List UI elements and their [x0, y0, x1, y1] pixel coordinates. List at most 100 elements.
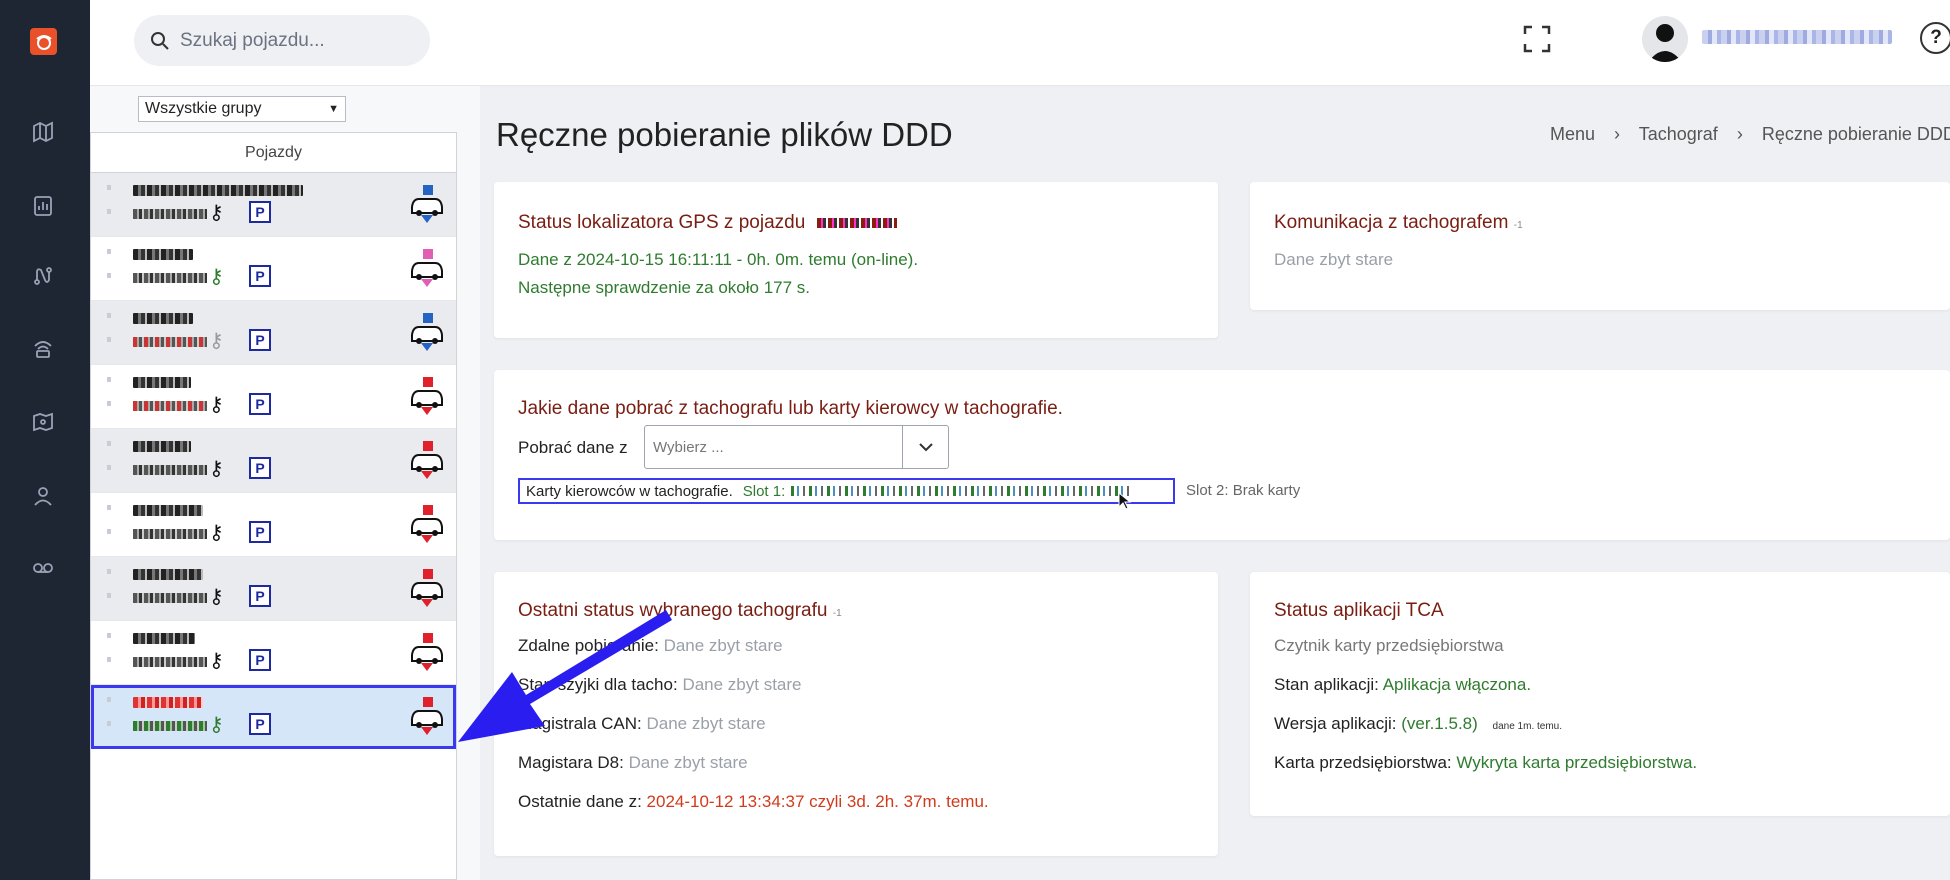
key-icon: ⚷: [209, 394, 224, 416]
vehicle-row-selected[interactable]: ⚷ P: [91, 685, 456, 749]
vehicle-status-icon: [411, 505, 443, 543]
status-row-remote: Zdalne pobieranie: Dane zbyt stare: [518, 636, 783, 655]
tca-version-row: Wersja aplikacji: (ver.1.5.8) dane 1m. t…: [1274, 714, 1563, 733]
gps-line1: Dane z 2024-10-15 16:11:11 - 0h. 0m. tem…: [518, 250, 919, 269]
vehicle-name-redacted: [133, 441, 191, 452]
tca-state-row: Stan aplikacji: Aplikacja włączona.: [1274, 675, 1532, 694]
parking-icon: P: [249, 521, 271, 543]
key-icon: ⚷: [209, 458, 224, 480]
tca-title: Status aplikacji TCA: [1274, 600, 1444, 621]
karty-label: Karty kierowców w tachografie.: [526, 482, 733, 500]
parking-icon: P: [249, 585, 271, 607]
vehicle-name-redacted: [133, 249, 193, 260]
tca-subtitle: Czytnik karty przedsiębiorstwa: [1274, 636, 1504, 655]
key-icon: ⚷: [209, 202, 224, 224]
komunikacja-title: Komunikacja z tachografem: [1274, 212, 1509, 233]
top-bar: ?: [90, 0, 1950, 86]
slot2-status: Slot 2: Brak karty: [1186, 482, 1301, 499]
vehicle-row[interactable]: ⚷ P: [91, 237, 456, 301]
status-row-can: Magistrala CAN: Dane zbyt stare: [518, 714, 766, 733]
map-zones-icon[interactable]: [29, 408, 57, 436]
search-icon: [151, 31, 169, 50]
map-icon[interactable]: [29, 118, 57, 146]
group-select-value: Wszystkie grupy: [145, 100, 262, 117]
vehicle-row[interactable]: ⚷ P: [91, 365, 456, 429]
chevron-down-icon[interactable]: [902, 426, 948, 468]
vehicle-name-redacted: [133, 697, 203, 708]
vehicle-status-icon: [411, 313, 443, 351]
nav-rail: [0, 0, 90, 880]
vehicle-row[interactable]: ⚷ P: [91, 557, 456, 621]
parking-icon: P: [249, 265, 271, 287]
ostatni-title: Ostatni status wybranego tachografu: [518, 600, 828, 621]
tca-status-card: Status aplikacji TCA Czytnik karty przed…: [1250, 572, 1950, 816]
vehicle-status-icon: [411, 697, 443, 735]
driver-icon[interactable]: [29, 482, 57, 510]
parking-icon: P: [249, 649, 271, 671]
vehicle-row[interactable]: ⚷ P: [91, 621, 456, 685]
komunikacja-status: Dane zbyt stare: [1274, 250, 1394, 269]
breadcrumb-current: Ręczne pobieranie DDD: [1761, 124, 1950, 144]
vehicle-row[interactable]: ⚷ P: [91, 429, 456, 493]
vehicle-status-icon: [411, 633, 443, 671]
vehicle-name-redacted: [133, 377, 191, 388]
vehicle-row[interactable]: ⚷ P: [91, 301, 456, 365]
vehicle-list-header: Pojazdy: [91, 133, 456, 173]
caret-down-icon: ▼: [328, 103, 339, 115]
app-logo-icon[interactable]: [30, 28, 57, 55]
slot1-card-redacted: [791, 486, 1132, 496]
breadcrumb: Menu › Tachograf › Ręczne pobieranie DDD: [1550, 124, 1950, 145]
key-icon: ⚷: [209, 586, 224, 608]
breadcrumb-menu[interactable]: Menu: [1550, 124, 1595, 144]
search-input[interactable]: [180, 29, 410, 52]
tacho-communication-card: Komunikacja z tachografem -1 Dane zbyt s…: [1250, 182, 1950, 310]
status-row-d8: Magistara D8: Dane zbyt stare: [518, 753, 748, 772]
user-name-redacted[interactable]: [1702, 30, 1892, 44]
parking-icon: P: [249, 393, 271, 415]
parking-icon: P: [249, 713, 271, 735]
voicemail-icon[interactable]: [29, 554, 57, 582]
data-source-placeholder: Wybierz ...: [653, 438, 724, 456]
komunikacja-badge: -1: [1513, 220, 1523, 231]
fullscreen-icon[interactable]: [1522, 24, 1552, 54]
vehicle-row[interactable]: ⚷ P: [91, 173, 456, 237]
download-options-card: Jakie dane pobrać z tachografu lub karty…: [494, 370, 1950, 540]
parking-icon: P: [249, 457, 271, 479]
vehicle-name-redacted: [133, 313, 193, 324]
vehicle-status-icon: [411, 185, 443, 223]
gps-title: Status lokalizatora GPS z pojazdu: [518, 212, 806, 233]
tca-card-row: Karta przedsiębiorstwa: Wykryta karta pr…: [1274, 753, 1698, 772]
last-tacho-status-card: Ostatni status wybranego tachografu -1 Z…: [494, 572, 1218, 856]
key-icon: ⚷: [209, 330, 224, 352]
antenna-icon[interactable]: [29, 334, 57, 362]
vehicle-name-redacted: [133, 633, 195, 644]
key-icon: ⚷: [209, 650, 224, 672]
key-icon: ⚷: [209, 522, 224, 544]
pobrac-label: Pobrać dane z: [518, 438, 628, 457]
help-icon[interactable]: ?: [1920, 22, 1950, 54]
jakie-title: Jakie dane pobrać z tachografu lub karty…: [518, 398, 1063, 419]
search-box[interactable]: [134, 15, 430, 66]
breadcrumb-tachograf[interactable]: Tachograf: [1639, 124, 1718, 144]
page-title: Ręczne pobieranie plików DDD: [496, 116, 953, 153]
status-row-last-data: Ostatnie dane z: 2024-10-12 13:34:37 czy…: [518, 792, 989, 811]
data-source-select[interactable]: Wybierz ...: [644, 425, 949, 469]
vehicle-panel: Wszystkie grupy ▼ Pojazdy ⚷ P ⚷ P ⚷ P ⚷ …: [90, 86, 480, 880]
vehicle-status-icon: [411, 441, 443, 479]
gps-line2: Następne sprawdzenie za około 177 s.: [518, 278, 811, 297]
breadcrumb-separator: ›: [1614, 124, 1621, 144]
parking-icon: P: [249, 329, 271, 351]
vehicle-status-icon: [411, 377, 443, 415]
avatar[interactable]: [1642, 16, 1688, 62]
breadcrumb-separator: ›: [1736, 124, 1743, 144]
status-row-tacho-port: Stan szyjki dla tacho: Dane zbyt stare: [518, 675, 802, 694]
parking-icon: P: [249, 201, 271, 223]
route-icon[interactable]: [29, 262, 57, 290]
slot1-label: Slot 1:: [742, 482, 786, 500]
report-icon[interactable]: [29, 192, 57, 220]
key-icon: ⚷: [209, 714, 224, 736]
vehicle-name-redacted: [133, 505, 203, 516]
group-select[interactable]: Wszystkie grupy ▼: [138, 96, 346, 122]
vehicle-row[interactable]: ⚷ P: [91, 493, 456, 557]
gps-status-card: Status lokalizatora GPS z pojazdu Dane z…: [494, 182, 1218, 338]
